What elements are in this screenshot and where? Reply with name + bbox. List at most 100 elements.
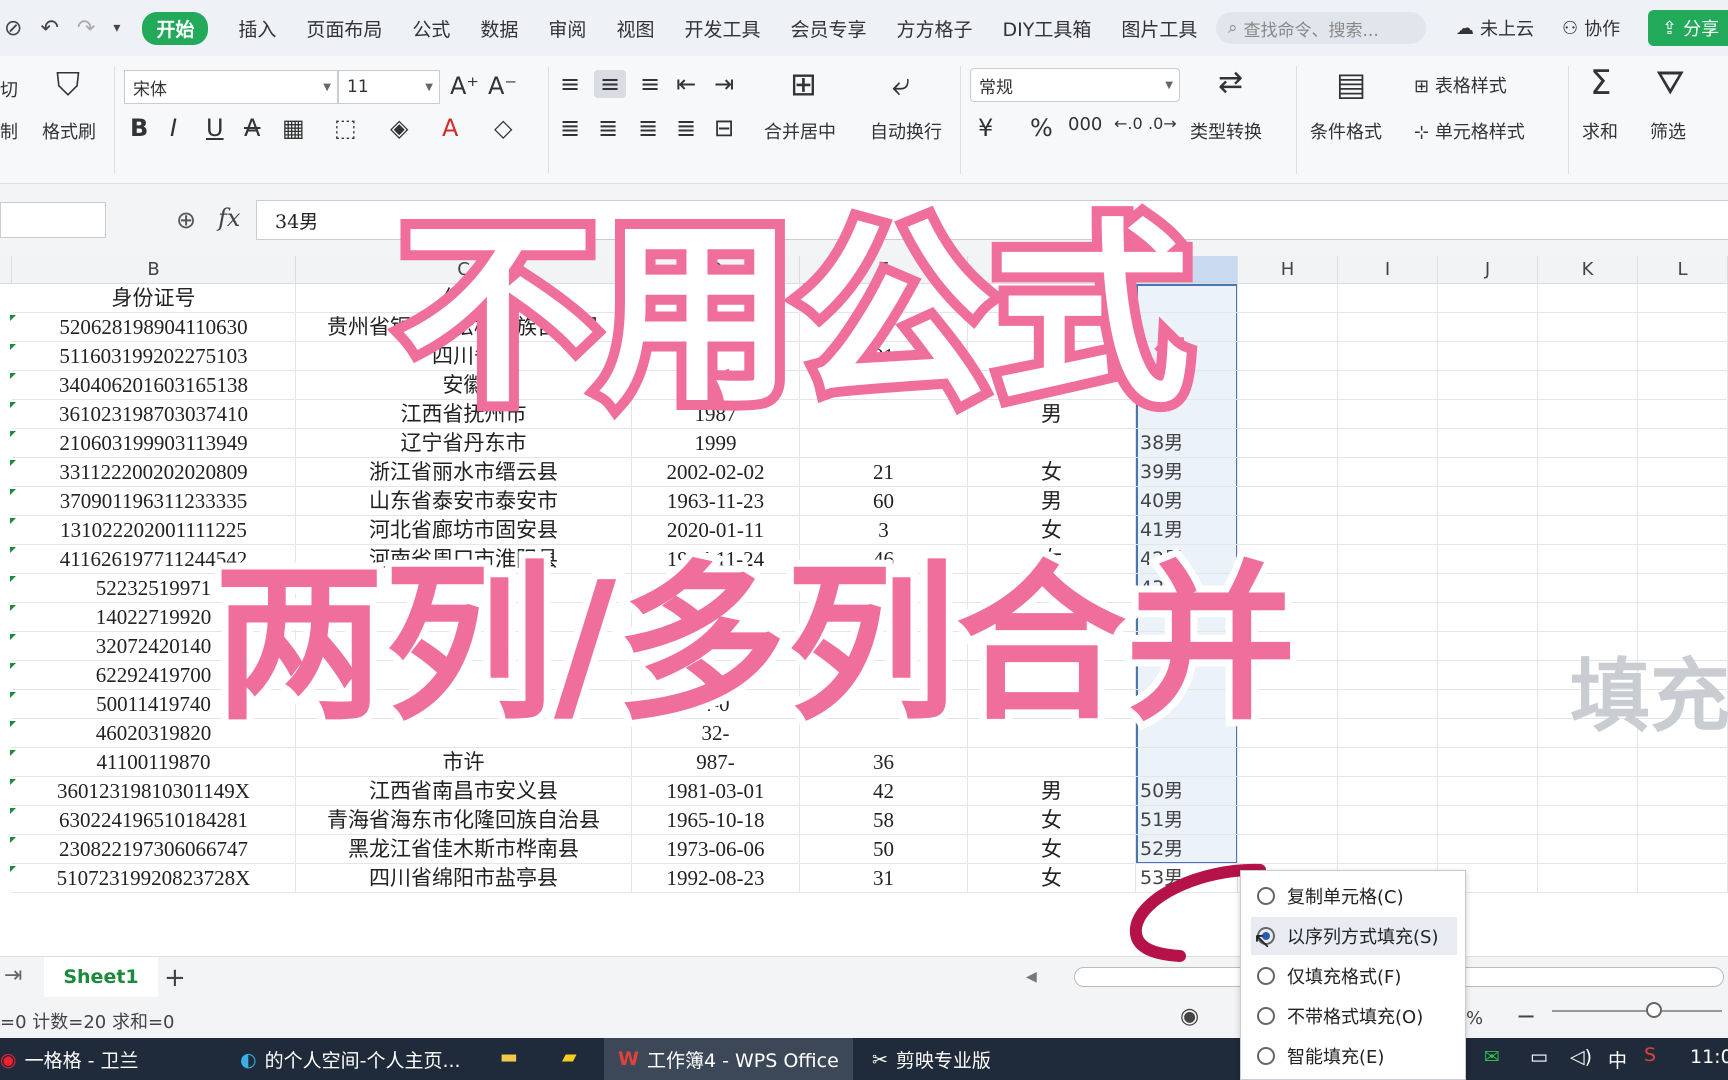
cell-e[interactable]: 58 xyxy=(800,806,968,835)
cell-d[interactable]: 1992-08-23 xyxy=(632,864,800,893)
cell-empty[interactable] xyxy=(1638,313,1728,342)
taskbar-item-capcut[interactable]: ✂ 剪映专业版 xyxy=(872,1046,991,1073)
cell-empty[interactable] xyxy=(1538,603,1638,632)
cell-f[interactable]: 女 xyxy=(968,458,1136,487)
align-center-icon[interactable]: ≣ xyxy=(598,114,618,142)
cell-empty[interactable] xyxy=(1638,574,1728,603)
cell-empty[interactable] xyxy=(1338,516,1438,545)
cell-b[interactable]: 36012319810301149X xyxy=(12,777,296,806)
number-format-select[interactable]: 常规 ▼ xyxy=(970,68,1180,102)
cell-empty[interactable] xyxy=(1538,400,1638,429)
zoom-slider-handle[interactable] xyxy=(1646,1002,1662,1018)
cell-empty[interactable] xyxy=(1338,603,1438,632)
file-explorer-icon[interactable]: ▬ xyxy=(500,1046,518,1068)
currency-button[interactable]: ¥ xyxy=(978,114,993,142)
cell-d[interactable]: 1973-06-06 xyxy=(632,835,800,864)
fill-color-icon[interactable]: ◈ xyxy=(390,114,408,142)
filter-button[interactable]: 筛选 xyxy=(1650,118,1686,144)
cell-b[interactable]: 361023198703037410 xyxy=(12,400,296,429)
cell-empty[interactable] xyxy=(1638,429,1728,458)
cell-c[interactable]: 江西省南昌市安义县 xyxy=(296,777,632,806)
cell-d[interactable]: 1981-03-01 xyxy=(632,777,800,806)
ime-indicator[interactable]: 中 xyxy=(1608,1046,1627,1073)
cell-empty[interactable] xyxy=(1338,429,1438,458)
cell-e[interactable]: 42 xyxy=(800,777,968,806)
cell-empty[interactable] xyxy=(1338,719,1438,748)
cell-empty[interactable] xyxy=(1638,603,1728,632)
cell-empty[interactable] xyxy=(1538,574,1638,603)
cell-empty[interactable] xyxy=(1638,400,1728,429)
cell-empty[interactable] xyxy=(1238,342,1338,371)
cell-f[interactable]: 女 xyxy=(968,516,1136,545)
conditional-format-button[interactable]: 条件格式 xyxy=(1310,118,1382,144)
align-middle-icon[interactable]: ≡ xyxy=(594,70,627,98)
column-header-j[interactable]: J xyxy=(1438,256,1538,284)
border-icon[interactable]: ▦ xyxy=(282,114,305,142)
cell-b[interactable]: 51072319920823728X xyxy=(12,864,296,893)
cell-e[interactable]: 60 xyxy=(800,487,968,516)
cell-empty[interactable] xyxy=(1438,661,1538,690)
fill-option-series[interactable]: 以序列方式填充(S) xyxy=(1251,917,1457,955)
wechat-icon[interactable]: ✉ xyxy=(1484,1046,1500,1068)
cell-empty[interactable] xyxy=(1538,429,1638,458)
tab-diy-toolbox[interactable]: DIY工具箱 xyxy=(1003,15,1092,42)
cell-c[interactable]: 四川省绵阳市盐亭县 xyxy=(296,864,632,893)
zoom-slider-track[interactable] xyxy=(1552,1010,1722,1012)
add-sheet-button[interactable]: + xyxy=(164,963,186,993)
fx-icon[interactable]: fx xyxy=(218,204,240,232)
tab-picture-tools[interactable]: 图片工具 xyxy=(1121,15,1197,42)
type-convert-button[interactable]: 类型转换 xyxy=(1190,118,1262,144)
cell-f[interactable]: 女 xyxy=(968,835,1136,864)
copy-button[interactable]: 制 xyxy=(0,118,18,144)
tab-page-layout[interactable]: 页面布局 xyxy=(306,15,382,42)
cell-empty[interactable] xyxy=(1638,777,1728,806)
taskbar-item-browser[interactable]: ◐ 的个人空间-个人主页... xyxy=(240,1046,461,1073)
cell-e[interactable]: 21 xyxy=(800,458,968,487)
share-button[interactable]: ⇪ 分享 xyxy=(1648,10,1728,46)
cell-f[interactable]: 男 xyxy=(968,777,1136,806)
cell-empty[interactable] xyxy=(1638,516,1728,545)
increase-font-icon[interactable]: A⁺ xyxy=(450,72,479,100)
decrease-font-icon[interactable]: A⁻ xyxy=(488,72,517,100)
cell-empty[interactable] xyxy=(1238,458,1338,487)
cell-d[interactable]: 1999 xyxy=(632,429,800,458)
cell-b[interactable]: 331122200202020809 xyxy=(12,458,296,487)
cell-empty[interactable] xyxy=(1538,313,1638,342)
align-bottom-icon[interactable]: ≡ xyxy=(640,70,660,98)
cell-b[interactable]: 41100119870 xyxy=(12,748,296,777)
cell-empty[interactable] xyxy=(1338,545,1438,574)
cell-empty[interactable] xyxy=(1538,835,1638,864)
cell-empty[interactable] xyxy=(1538,864,1638,893)
tab-view[interactable]: 视图 xyxy=(616,15,654,42)
cell-g[interactable]: 39男 xyxy=(1136,458,1238,487)
bold-icon[interactable]: B xyxy=(130,114,148,142)
fill-option-format-only[interactable]: 仅填充格式(F) xyxy=(1251,957,1457,995)
sticky-notes-icon[interactable]: ▰ xyxy=(562,1046,577,1068)
cell-g[interactable]: 41男 xyxy=(1136,516,1238,545)
cell-e[interactable]: 50 xyxy=(800,835,968,864)
cell-empty[interactable] xyxy=(1638,835,1728,864)
clock[interactable]: 11:0 xyxy=(1690,1046,1728,1068)
cell-f[interactable] xyxy=(968,748,1136,777)
sum-button[interactable]: 求和 xyxy=(1582,118,1618,144)
sogou-icon[interactable]: S xyxy=(1644,1044,1656,1066)
cell-empty[interactable] xyxy=(1638,864,1728,893)
cell-empty[interactable] xyxy=(1638,748,1728,777)
cell-empty[interactable] xyxy=(1238,487,1338,516)
cell-b[interactable]: 511603199202275103 xyxy=(12,342,296,371)
cell-f[interactable]: 男 xyxy=(968,487,1136,516)
tab-developer[interactable]: 开发工具 xyxy=(684,15,760,42)
cut-button[interactable]: 切 xyxy=(0,76,18,102)
cell-d[interactable]: 1963-11-23 xyxy=(632,487,800,516)
cell-empty[interactable] xyxy=(1538,371,1638,400)
font-name-select[interactable]: 宋体 ▼ xyxy=(124,70,338,104)
cell-empty[interactable] xyxy=(1338,313,1438,342)
cell-empty[interactable] xyxy=(1638,284,1728,313)
cell-empty[interactable] xyxy=(1538,458,1638,487)
cell-empty[interactable] xyxy=(1438,690,1538,719)
cell-empty[interactable] xyxy=(1238,313,1338,342)
column-header-i[interactable]: I xyxy=(1338,256,1438,284)
cell-empty[interactable] xyxy=(1438,458,1538,487)
cell-empty[interactable] xyxy=(1438,777,1538,806)
cell-empty[interactable] xyxy=(1338,661,1438,690)
